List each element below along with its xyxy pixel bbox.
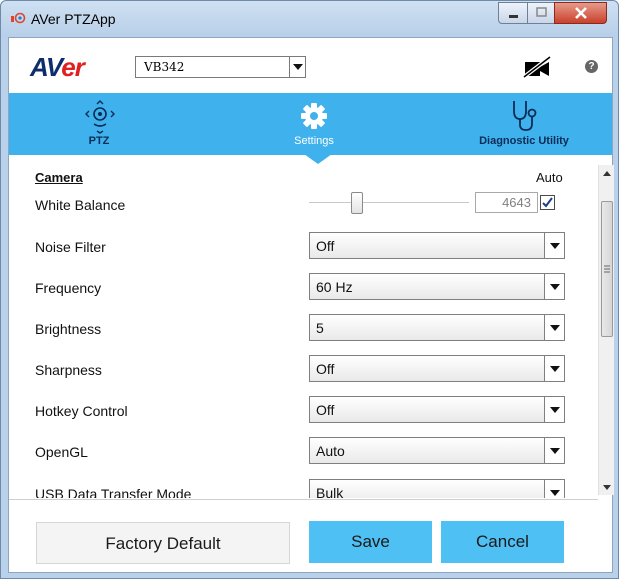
- noise-filter-label: Noise Filter: [35, 239, 106, 255]
- white-balance-value[interactable]: 4643: [475, 192, 538, 213]
- vertical-scrollbar[interactable]: [598, 165, 614, 495]
- tab-ptz[interactable]: PTZ: [69, 93, 129, 155]
- checkmark-icon: [542, 197, 553, 208]
- stethoscope-icon: [513, 101, 537, 131]
- cancel-button[interactable]: Cancel: [441, 521, 564, 563]
- arrow-up-icon: [603, 170, 611, 176]
- sharpness-value: Off: [316, 361, 335, 377]
- sharpness-select[interactable]: Off: [309, 355, 565, 382]
- frequency-select[interactable]: 60 Hz: [309, 273, 565, 300]
- app-header: AVer VB342 ?: [9, 38, 612, 93]
- arrow-down-icon: [603, 484, 611, 490]
- tab-settings-label: Settings: [294, 135, 334, 147]
- hotkey-control-value: Off: [316, 402, 335, 418]
- factory-default-button[interactable]: Factory Default: [36, 522, 290, 564]
- aver-logo: AVer: [30, 52, 85, 82]
- scroll-thumb[interactable]: [601, 201, 613, 337]
- hotkey-control-select[interactable]: Off: [309, 396, 565, 423]
- scroll-down-button[interactable]: [599, 479, 615, 495]
- scroll-up-button[interactable]: [599, 165, 615, 181]
- chevron-down-icon: [544, 397, 564, 422]
- device-select-value: VB342: [144, 60, 185, 74]
- device-select[interactable]: VB342: [135, 56, 306, 78]
- chevron-down-icon: [544, 480, 564, 498]
- opengl-label: OpenGL: [35, 444, 88, 460]
- chevron-down-icon: [544, 356, 564, 381]
- title-bar[interactable]: AVer PTZApp: [1, 1, 618, 37]
- camera-off-icon[interactable]: [522, 56, 552, 78]
- chevron-down-icon: [544, 315, 564, 340]
- minimize-button[interactable]: [498, 2, 528, 24]
- noise-filter-value: Off: [316, 238, 335, 254]
- footer-divider: [9, 499, 598, 500]
- opengl-value: Auto: [316, 443, 345, 459]
- tab-diagnostic-utility-label: Diagnostic Utility: [479, 135, 569, 147]
- hotkey-control-label: Hotkey Control: [35, 403, 128, 419]
- chevron-down-icon: [289, 57, 305, 77]
- help-icon[interactable]: ?: [585, 60, 598, 73]
- close-button[interactable]: [554, 2, 607, 24]
- settings-panel: Camera Auto White Balance 4643 Noise Fil…: [9, 155, 612, 498]
- ptz-icon: [85, 100, 115, 134]
- brightness-value: 5: [316, 320, 324, 336]
- brightness-label: Brightness: [35, 321, 102, 337]
- auto-column-label: Auto: [536, 170, 563, 185]
- maximize-button[interactable]: [527, 2, 555, 24]
- opengl-select[interactable]: Auto: [309, 437, 565, 464]
- usb-transfer-mode-label: USB Data Transfer Mode: [35, 486, 192, 498]
- white-balance-slider-track[interactable]: [309, 202, 469, 204]
- tab-ptz-label: PTZ: [88, 135, 110, 147]
- chevron-down-icon: [544, 233, 564, 258]
- tab-bar: PTZ Settings Diagnostic Utility: [9, 93, 612, 155]
- save-button[interactable]: Save: [309, 521, 432, 563]
- tab-settings[interactable]: Settings: [274, 93, 354, 155]
- tab-diagnostic-utility[interactable]: Diagnostic Utility: [459, 93, 589, 155]
- grip-icon: [604, 265, 610, 273]
- white-balance-auto-checkbox[interactable]: [540, 195, 555, 210]
- white-balance-slider-thumb[interactable]: [351, 192, 363, 214]
- sharpness-label: Sharpness: [35, 362, 102, 378]
- frequency-value: 60 Hz: [316, 279, 353, 295]
- gear-icon: [301, 103, 327, 129]
- client-area: AVer VB342 ? PTZ Settings Diagnostic Uti…: [8, 37, 614, 573]
- usb-transfer-mode-select[interactable]: Bulk: [309, 479, 565, 498]
- usb-transfer-mode-value: Bulk: [316, 485, 344, 498]
- brightness-select[interactable]: 5: [309, 314, 565, 341]
- noise-filter-select[interactable]: Off: [309, 232, 565, 259]
- chevron-down-icon: [544, 274, 564, 299]
- app-icon: [11, 12, 26, 24]
- chevron-down-icon: [544, 438, 564, 463]
- window-title: AVer PTZApp: [31, 11, 116, 27]
- frequency-label: Frequency: [35, 280, 102, 296]
- white-balance-label: White Balance: [35, 197, 126, 213]
- app-window: AVer PTZApp AVer VB342 ? PTZ Settings Di…: [0, 0, 619, 579]
- section-title-camera: Camera: [35, 170, 83, 185]
- close-icon: [575, 7, 587, 19]
